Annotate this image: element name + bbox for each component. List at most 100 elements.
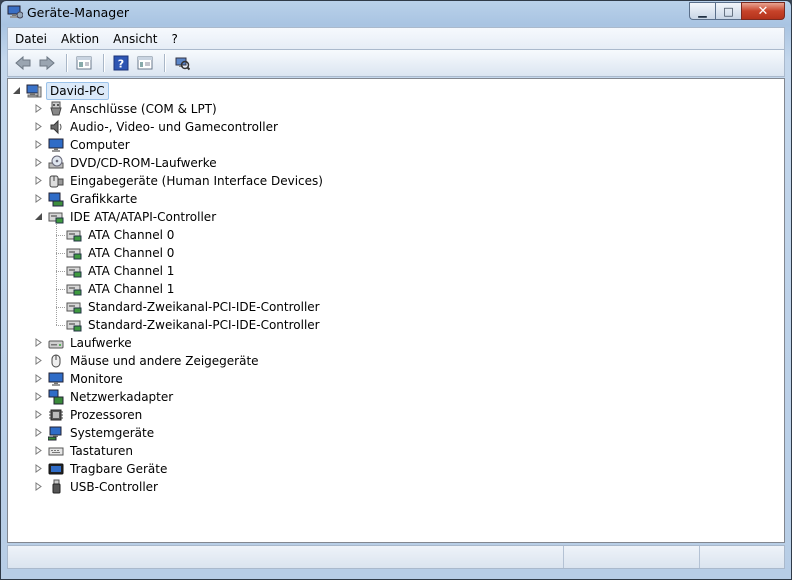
expand-arrow-icon[interactable] xyxy=(34,122,43,131)
expand-arrow-icon[interactable] xyxy=(34,446,43,455)
tree-connector xyxy=(56,289,65,290)
keyboard-icon xyxy=(48,443,64,459)
tree-item-label: Tastaturen xyxy=(70,444,133,458)
tree-item-device[interactable]: ATA Channel 1 xyxy=(66,262,176,280)
tree-item-category[interactable]: Mäuse und andere Zeigegeräte xyxy=(35,352,261,370)
processor-icon xyxy=(48,407,64,423)
ide-controller-icon xyxy=(66,245,82,261)
tree-item-label: ATA Channel 0 xyxy=(88,246,175,260)
tree-connector xyxy=(56,253,65,254)
expand-arrow-icon[interactable] xyxy=(34,158,43,167)
tree-item-category[interactable]: Audio-, Video- und Gamecontroller xyxy=(35,118,280,136)
hid-icon xyxy=(48,173,64,189)
back-button[interactable] xyxy=(12,52,34,74)
close-button[interactable]: ✕ xyxy=(741,2,785,20)
tree-connector xyxy=(56,271,65,272)
forward-arrow-icon xyxy=(39,55,55,71)
expand-arrow-icon[interactable] xyxy=(34,176,43,185)
tree-item-category[interactable]: Grafikkarte xyxy=(35,190,139,208)
tree-item-label: Mäuse und andere Zeigegeräte xyxy=(70,354,259,368)
tree-item-category[interactable]: Anschlüsse (COM & LPT) xyxy=(35,100,219,118)
ide-controller-icon xyxy=(66,263,82,279)
expand-arrow-icon[interactable] xyxy=(34,464,43,473)
collapse-arrow-icon[interactable] xyxy=(34,212,43,221)
minimize-button[interactable]: ▁ xyxy=(689,2,715,20)
tree-item-category[interactable]: Tragbare Geräte xyxy=(35,460,169,478)
tree-item-category[interactable]: Computer xyxy=(35,136,132,154)
computer-icon xyxy=(26,83,42,99)
tree-item-device[interactable]: Standard-Zweikanal-PCI-IDE-Controller xyxy=(66,298,322,316)
disk-drive-icon xyxy=(48,335,64,351)
console-tree-button[interactable] xyxy=(73,52,95,74)
tree-item-category[interactable]: Laufwerke xyxy=(35,334,134,352)
status-panel xyxy=(700,546,784,568)
expand-arrow-icon[interactable] xyxy=(34,374,43,383)
expand-arrow-icon[interactable] xyxy=(34,338,43,347)
tree-item-label: Eingabegeräte (Human Interface Devices) xyxy=(70,174,323,188)
expand-arrow-icon[interactable] xyxy=(34,194,43,203)
collapse-arrow-icon[interactable] xyxy=(12,86,21,95)
tree-item-label: Grafikkarte xyxy=(70,192,138,206)
tree-item-label: Audio-, Video- und Gamecontroller xyxy=(70,120,278,134)
tree-item-category[interactable]: DVD/CD-ROM-Laufwerke xyxy=(35,154,219,172)
tree-item-label: Monitore xyxy=(70,372,123,386)
expand-arrow-icon[interactable] xyxy=(34,356,43,365)
scan-hardware-button[interactable] xyxy=(171,52,193,74)
tree-item-category[interactable]: IDE ATA/ATAPI-Controller xyxy=(35,208,218,226)
expand-arrow-icon[interactable] xyxy=(34,410,43,419)
tree-item-category[interactable]: Monitore xyxy=(35,370,125,388)
expand-arrow-icon[interactable] xyxy=(34,104,43,113)
expand-arrow-icon[interactable] xyxy=(34,482,43,491)
tree-item-label: Prozessoren xyxy=(70,408,143,422)
show-hide-console-tree-icon xyxy=(76,56,92,70)
speaker-icon xyxy=(48,119,64,135)
tree-item-device[interactable]: ATA Channel 0 xyxy=(66,244,176,262)
scan-hardware-icon xyxy=(175,57,190,71)
help-icon: ? xyxy=(113,55,129,71)
tree-item-device[interactable]: Standard-Zweikanal-PCI-IDE-Controller xyxy=(66,316,322,334)
tree-item-label: Standard-Zweikanal-PCI-IDE-Controller xyxy=(88,318,320,332)
menu-aktion[interactable]: Aktion xyxy=(54,29,106,49)
portable-device-icon xyxy=(48,461,64,477)
title-bar[interactable]: Geräte-Manager ▁ □ ✕ xyxy=(1,1,791,25)
device-tree[interactable]: David-PC Anschlüsse (COM & LPT) Audio-, Vi… xyxy=(7,78,785,543)
maximize-icon: □ xyxy=(723,4,734,18)
toolbar-separator xyxy=(164,54,165,72)
network-adapter-icon xyxy=(48,389,64,405)
device-manager-icon xyxy=(7,5,24,19)
expand-arrow-icon[interactable] xyxy=(34,392,43,401)
ide-controller-icon xyxy=(66,227,82,243)
maximize-button[interactable]: □ xyxy=(715,2,741,20)
tree-item-root[interactable]: David-PC xyxy=(13,82,109,100)
tree-item-device[interactable]: ATA Channel 0 xyxy=(66,226,176,244)
menu-help[interactable]: ? xyxy=(164,29,184,49)
forward-button[interactable] xyxy=(36,52,58,74)
menu-ansicht[interactable]: Ansicht xyxy=(106,29,164,49)
mouse-icon xyxy=(48,353,64,369)
properties-icon xyxy=(137,56,153,70)
tree-item-category[interactable]: Tastaturen xyxy=(35,442,135,460)
tree-item-category[interactable]: Netzwerkadapter xyxy=(35,388,175,406)
menu-datei[interactable]: Datei xyxy=(8,29,54,49)
tree-item-label: Systemgeräte xyxy=(70,426,155,440)
port-icon xyxy=(48,101,64,117)
help-button[interactable]: ? xyxy=(110,52,132,74)
system-device-icon xyxy=(47,425,64,441)
expand-arrow-icon[interactable] xyxy=(34,140,43,149)
status-panel xyxy=(8,546,564,568)
status-bar xyxy=(7,545,785,569)
tree-item-category[interactable]: Eingabegeräte (Human Interface Devices) xyxy=(35,172,325,190)
device-manager-window: Geräte-Manager ▁ □ ✕ Datei Aktion Ansich… xyxy=(0,0,792,580)
monitor-icon xyxy=(48,371,64,387)
tree-item-device[interactable]: ATA Channel 1 xyxy=(66,280,176,298)
svg-text:?: ? xyxy=(118,58,124,71)
tree-item-label: ATA Channel 1 xyxy=(88,264,175,278)
properties-button[interactable] xyxy=(134,52,156,74)
tree-item-category[interactable]: Systemgeräte xyxy=(35,424,156,442)
expand-arrow-icon[interactable] xyxy=(34,428,43,437)
tree-connector xyxy=(56,235,65,236)
tree-item-category[interactable]: Prozessoren xyxy=(35,406,144,424)
status-panel xyxy=(564,546,700,568)
tree-item-category[interactable]: USB-Controller xyxy=(35,478,160,496)
monitor-icon xyxy=(48,137,64,153)
